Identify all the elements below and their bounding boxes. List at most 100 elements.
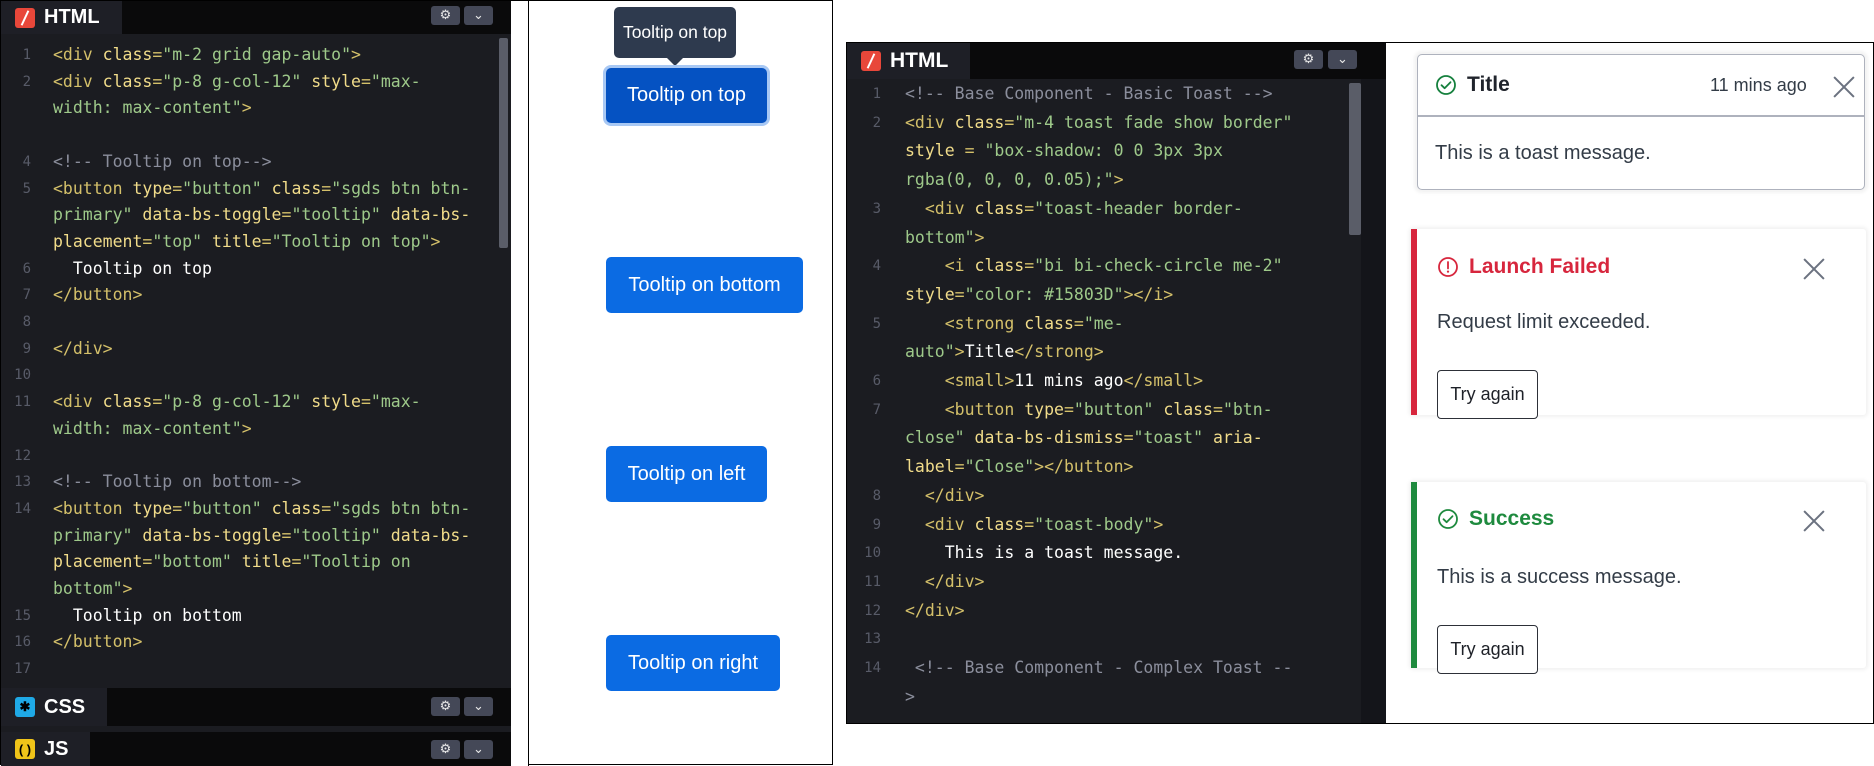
code-line: bottom"> [53,576,132,603]
code-token: </div> [905,571,985,591]
code-token: placement [53,231,143,251]
code-token: = [321,498,332,518]
line-number: 8 [22,314,31,330]
code-line: label="Close"></button> [905,454,1134,481]
css-settings-gear-icon[interactable]: ⚙ [431,697,460,716]
code-line: <div class="m-2 grid gap-auto"> [53,42,361,69]
code-token: </strong> [1014,342,1104,362]
code-token: class [261,498,322,518]
html-tab[interactable]: HTML [847,43,971,79]
code-line: <div class="p-8 g-col-12" style="max- [53,69,421,96]
toast-header: Success [1437,507,1554,531]
code-token: = [360,392,371,412]
html-icon [861,51,881,71]
code-token: "p-8 g-col-12" [162,71,302,91]
css-chevron-down-icon[interactable]: ⌄ [464,697,493,716]
code-token: auto" [905,342,955,362]
code-token: style [905,141,955,161]
js-tab-label: JS [44,737,69,760]
code-token: <button [53,498,133,518]
line-number: 3 [872,200,881,217]
code-line: <button type="button" class="sgds btn bt… [53,496,470,523]
code-line: placement="bottom" title="Tooltip on [53,549,411,576]
toast-message: This is a success message. [1437,566,1682,588]
code-token: class [974,256,1025,276]
code-line: style = "box-shadow: 0 0 3px 3px [905,138,1223,165]
close-icon[interactable] [1832,75,1856,99]
editor-scrollbar[interactable] [1349,83,1361,235]
tooltip-right-button[interactable]: Tooltip on right [606,635,780,691]
code-line: <small>11 mins ago</small> [905,368,1203,395]
line-number: 12 [864,602,881,619]
js-settings-gear-icon[interactable]: ⚙ [431,740,460,759]
settings-gear-icon[interactable]: ⚙ [1294,50,1323,69]
line-number: 17 [14,661,31,678]
line-number: 12 [14,447,31,464]
code-token: <!-- Base Component - Complex Toast -- [905,658,1293,677]
line-number: 13 [864,631,881,648]
code-token: "toast-header border- [1034,198,1243,218]
line-number: 16 [14,634,31,651]
code-token: = [1024,256,1035,276]
code-token: <div [53,392,103,412]
code-token: > [351,45,361,64]
line-number: 1 [22,47,31,63]
code-token: class [1024,313,1074,333]
code-token: ></button> [1034,457,1134,477]
settings-gear-icon[interactable]: ⚙ [431,6,460,25]
code-token: > [905,686,915,706]
editor-scrollbar[interactable] [499,38,508,248]
code-line: </button> [53,282,142,309]
js-tab[interactable]: ( ) JS [1,732,91,766]
code-token: "top" [152,231,203,251]
code-line: Tooltip on bottom [53,603,242,630]
html-tab[interactable]: HTML [1,1,122,34]
code-token: > [974,227,985,247]
code-token: > [430,231,441,251]
code-token: This is a toast message. [905,543,1184,563]
code-token: type [1024,399,1064,419]
code-token: Title [964,342,1015,362]
code-token: class [954,112,1005,132]
css-tab[interactable]: ✱ CSS [1,688,108,726]
resize-gutter[interactable] [511,1,529,766]
code-line: <strong class="me- [905,311,1124,338]
code-token: "p-8 g-col-12" [162,392,302,412]
code-line: <button type="button" class="btn- [905,397,1273,424]
code-token: "button" [1073,399,1154,419]
chevron-down-icon[interactable]: ⌄ [1328,50,1357,69]
line-number: 13 [14,474,31,491]
tooltip-top-button[interactable]: Tooltip on top [606,68,767,123]
code-token: 11 mins ago [1014,371,1124,390]
close-icon[interactable] [1802,509,1826,533]
code-token: close" [905,428,965,448]
code-token: "color: #15803D" [964,284,1124,304]
code-token: label [905,457,955,477]
html-tab-label: HTML [44,6,100,28]
close-icon[interactable] [1802,257,1826,281]
line-number: 8 [872,487,881,504]
code-token: data-bs- [380,525,471,545]
try-again-button[interactable]: Try again [1437,370,1538,419]
tooltip-left-button[interactable]: Tooltip on left [606,446,767,502]
chevron-down-icon[interactable]: ⌄ [464,6,493,25]
code-token: data-bs-dismiss [964,428,1124,448]
html-code-area[interactable]: 1 <div class="m-2 grid gap-auto"> 2 <div cl… [1,34,511,684]
code-line: auto">Title</strong> [905,339,1104,366]
code-token: <div [905,514,975,534]
code-line: <div class="m-4 toast fade show border" [905,110,1292,137]
code-token: = [281,205,292,225]
code-editor: HTML ⚙ ⌄ 1 <!-- Base Component - Basic To… [847,43,1386,723]
tooltip-bottom-button[interactable]: Tooltip on bottom [606,257,803,313]
line-number: 14 [14,500,31,517]
code-token: = [360,71,371,91]
line-number: 4 [872,258,881,275]
code-token: = [152,71,163,91]
code-line: bottom"> [905,225,984,252]
html-code-area[interactable]: 1 <!-- Base Component - Basic Toast --> 2 <… [847,79,1386,723]
line-number: 6 [872,373,881,389]
code-token: = [1024,514,1035,534]
try-again-button[interactable]: Try again [1437,625,1538,674]
code-token: class [102,392,153,412]
js-chevron-down-icon[interactable]: ⌄ [464,740,493,759]
